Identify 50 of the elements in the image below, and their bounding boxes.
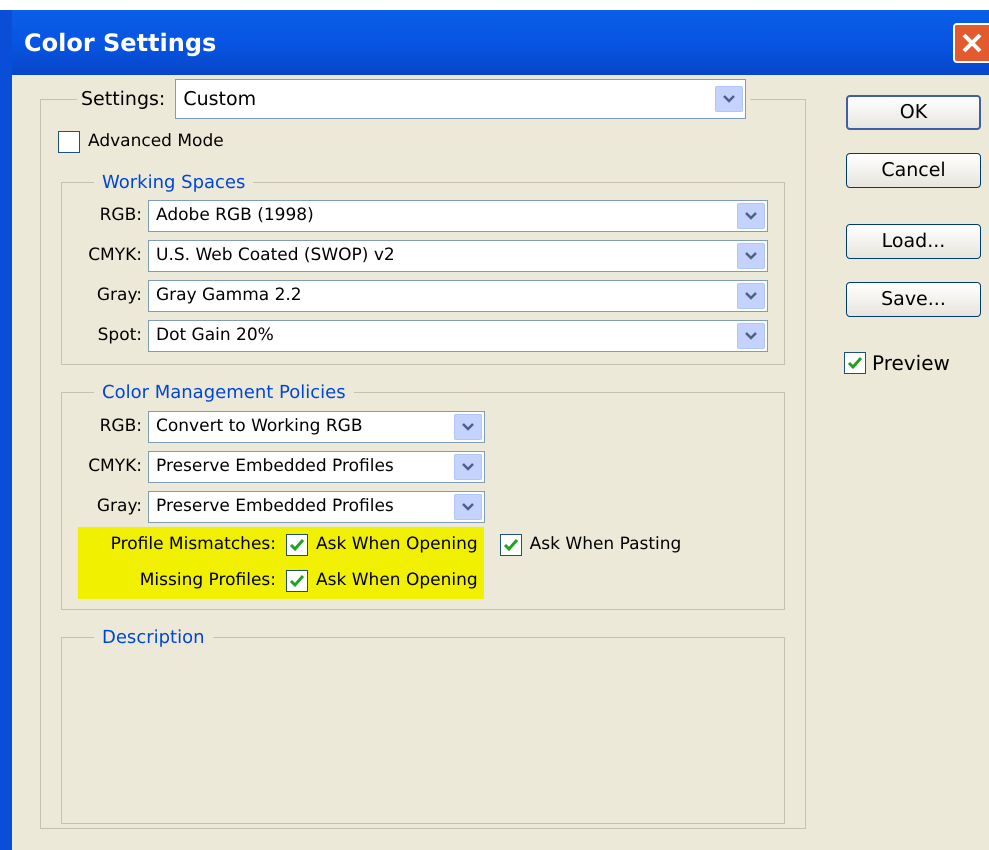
dropdown[interactable]: Preserve Embedded Profiles [148,450,485,482]
checkbox-label: Advanced Mode [88,130,224,153]
chevron-down-icon [737,283,765,309]
chevron-down-icon [454,494,482,520]
chevron-down-icon [454,454,482,480]
checkbox[interactable] [286,570,308,592]
dialog-button[interactable]: OK [846,95,981,130]
field-label: Spot: [96,324,142,348]
window-title: Color Settings [24,28,216,58]
group-title: Working Spaces [102,172,246,192]
checkmark-icon [289,538,305,552]
chevron-down-icon [454,414,482,440]
field-label: Profile Mismatches: [110,532,277,556]
checkmark-icon [502,538,519,552]
chevron-down-icon [737,243,765,269]
field-label: RGB: [98,414,142,438]
dialog-button[interactable]: Save... [846,282,981,317]
close-button[interactable] [953,22,989,62]
checkbox-label: Ask When Opening [316,532,478,556]
dropdown[interactable]: Preserve Embedded Profiles [148,490,485,522]
close-icon [961,32,983,54]
checkbox-label: Ask When Opening [316,568,478,592]
chevron-down-icon [715,86,744,112]
dropdown[interactable]: Convert to Working RGB [148,410,485,442]
dropdown[interactable]: Dot Gain 20% [148,320,768,352]
checkmark-icon [847,356,863,370]
checkmark-icon [289,574,305,588]
chevron-down-icon [737,323,765,349]
dialog-button[interactable]: Load... [846,224,981,259]
chevron-down-icon [737,203,765,229]
dropdown[interactable]: U.S. Web Coated (SWOP) v2 [148,240,768,272]
dialog-button[interactable]: Cancel [846,153,981,188]
field-label: Settings: [81,86,166,112]
checkbox[interactable] [844,352,866,374]
checkbox[interactable] [500,534,522,556]
dropdown[interactable]: Custom [175,79,746,119]
checkbox-label: Preview [872,350,950,377]
field-label: RGB: [98,204,142,228]
field-label: Gray: [96,284,142,308]
field-label: CMYK: [87,244,142,268]
dropdown[interactable]: Gray Gamma 2.2 [148,280,768,312]
group-title: Description [102,626,205,648]
field-label: Missing Profiles: [140,568,277,592]
field-label: Gray: [96,494,142,518]
checkbox[interactable] [58,130,80,153]
checkbox-label: Ask When Pasting [530,532,682,556]
checkbox[interactable] [286,534,308,556]
group-title: Color Management Policies [102,382,346,403]
dropdown[interactable]: Adobe RGB (1998) [148,200,768,232]
field-label: CMYK: [87,454,142,478]
